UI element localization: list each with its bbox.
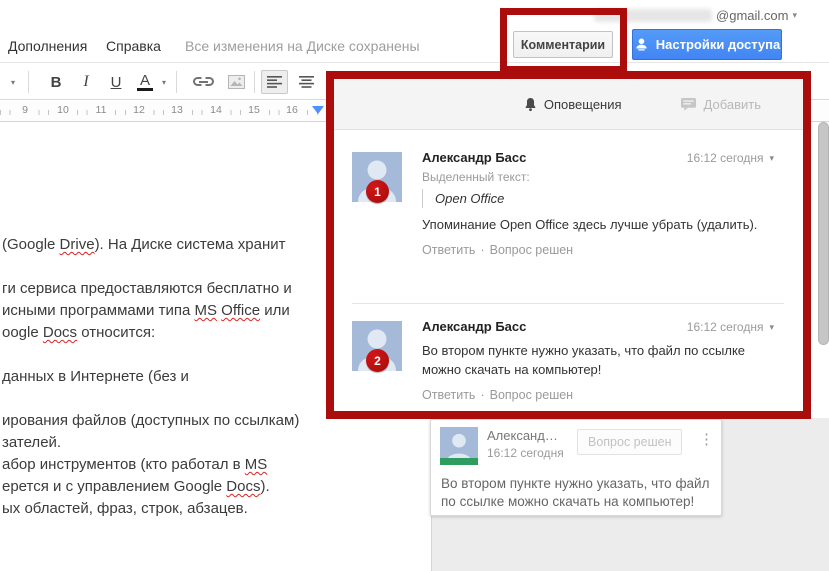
annotation-number-badge: 2 [366, 349, 389, 372]
toolbar-more-caret-icon[interactable]: ▾ [4, 70, 22, 94]
insert-image-icon[interactable] [222, 70, 250, 94]
underline-button[interactable]: U [104, 70, 128, 94]
bold-button[interactable]: B [44, 70, 68, 94]
bell-icon [524, 97, 537, 112]
kebab-menu-icon[interactable]: ⋮ [699, 430, 714, 448]
comment-thread[interactable]: 1 Александр Басс 16:12 сегодня ▾ Выделен… [352, 150, 782, 257]
add-comment-button[interactable]: Добавить [680, 97, 761, 112]
text-color-caret-icon[interactable]: ▾ [158, 70, 170, 94]
toolbar-separator [254, 71, 255, 93]
account-menu-caret-icon[interactable]: ▾ [792, 10, 797, 21]
google-docs-window: @gmail.com ▾ Дополнения Справка Все изме… [0, 0, 829, 571]
comment-timestamp[interactable]: 16:12 сегодня ▾ [687, 151, 774, 165]
ruler-mark: 9 [17, 104, 33, 116]
ruler-mark: 10 [55, 104, 71, 116]
comment-timestamp: 16:12 сегодня [487, 446, 564, 460]
insert-link-icon[interactable] [188, 70, 218, 94]
resolve-link[interactable]: Вопрос решен [490, 243, 573, 257]
notifications-label: Оповещения [544, 97, 622, 112]
comment-menu-caret-icon[interactable]: ▾ [769, 153, 774, 164]
avatar: 1 [352, 152, 402, 202]
annotation-number-badge: 1 [366, 180, 389, 203]
ruler-mark: 13 [169, 104, 185, 116]
margin-comment-card[interactable]: Александ… 16:12 сегодня Вопрос решен ⋮ В… [430, 419, 722, 516]
doc-text-line: ги сервиса предоставляются бесплатно и [2, 280, 292, 297]
ruler-mark: 16 [284, 104, 300, 116]
doc-text-line: ерется и с управлением Google Docs). [2, 478, 270, 495]
account-area[interactable]: @gmail.com ▾ [594, 6, 797, 24]
doc-text-line: ых областей, фраз, строк, абзацев. [2, 500, 248, 517]
text-color-swatch [137, 88, 153, 91]
comment-author: Александр Басс [422, 319, 526, 334]
resolve-link[interactable]: Вопрос решен [490, 388, 573, 402]
share-button-label: Настройки доступа [656, 37, 780, 52]
add-comment-label: Добавить [704, 97, 761, 112]
avatar: 2 [352, 321, 402, 371]
reply-link[interactable]: Ответить [422, 388, 475, 402]
presence-indicator [440, 458, 478, 465]
comment-menu-caret-icon[interactable]: ▾ [769, 322, 774, 333]
doc-text-line: данных в Интернете (без и [2, 368, 189, 385]
doc-text-line: зателей. [2, 434, 61, 451]
share-person-icon [634, 37, 649, 52]
account-email: @gmail.com [716, 8, 788, 23]
comments-panel-header: Оповещения Добавить [334, 79, 803, 130]
doc-text-line: исными программами типа MS Office или [2, 302, 290, 319]
text-color-label: A [140, 74, 150, 87]
toolbar-separator [28, 71, 29, 93]
ruler-mark: 14 [208, 104, 224, 116]
toolbar-separator [176, 71, 177, 93]
ruler-mark: 15 [246, 104, 262, 116]
comments-button[interactable]: Комментарии [513, 31, 613, 58]
align-left-button[interactable] [261, 70, 288, 94]
selected-text-label: Выделенный текст: [422, 170, 774, 184]
comments-panel: Оповещения Добавить 1 Александр Басс 16:… [326, 71, 811, 419]
menu-addons[interactable]: Дополнения [8, 38, 87, 54]
comment-body: Во втором пункте нужно указать, что файл… [422, 341, 762, 379]
doc-text-line: oogle Docs относится: [2, 324, 155, 341]
comment-body: Упоминание Open Office здесь лучше убрат… [422, 215, 762, 234]
doc-text-line: (Google Drive). На Диске система хранит [2, 236, 285, 253]
reply-link[interactable]: Ответить [422, 243, 475, 257]
comment-body: Во втором пункте нужно указать, что файл… [441, 475, 713, 511]
save-status[interactable]: Все изменения на Диске сохранены [185, 38, 420, 54]
italic-button[interactable]: I [74, 70, 98, 94]
avatar [440, 427, 478, 465]
indent-marker[interactable] [312, 106, 324, 114]
comment-timestamp[interactable]: 16:12 сегодня ▾ [687, 320, 774, 334]
comment-divider [352, 303, 784, 304]
doc-text-line: ирования файлов (доступных по ссылкам) [2, 412, 299, 429]
share-button[interactable]: Настройки доступа [632, 29, 782, 60]
resolve-button[interactable]: Вопрос решен [577, 429, 682, 455]
doc-text-line: абор инструментов (кто работал в MS [2, 456, 267, 473]
menu-help[interactable]: Справка [106, 38, 161, 54]
ruler-mark: 12 [131, 104, 147, 116]
align-center-button[interactable] [293, 70, 320, 94]
add-comment-icon [680, 97, 697, 112]
comment-author: Александр Басс [422, 150, 526, 165]
vertical-scrollbar[interactable] [818, 122, 829, 345]
account-email-redacted [594, 9, 712, 22]
comment-author: Александ… [487, 428, 558, 443]
actions-separator: · [480, 388, 484, 402]
quoted-text: Open Office [422, 189, 774, 208]
comment-thread[interactable]: 2 Александр Басс 16:12 сегодня ▾ Во втор… [352, 319, 782, 402]
actions-separator: · [480, 243, 484, 257]
menu-bar: Дополнения Справка Все изменения на Диск… [0, 38, 500, 58]
notifications-button[interactable]: Оповещения [524, 97, 622, 112]
ruler-mark: 11 [93, 104, 109, 116]
text-color-button[interactable]: A [134, 70, 156, 94]
